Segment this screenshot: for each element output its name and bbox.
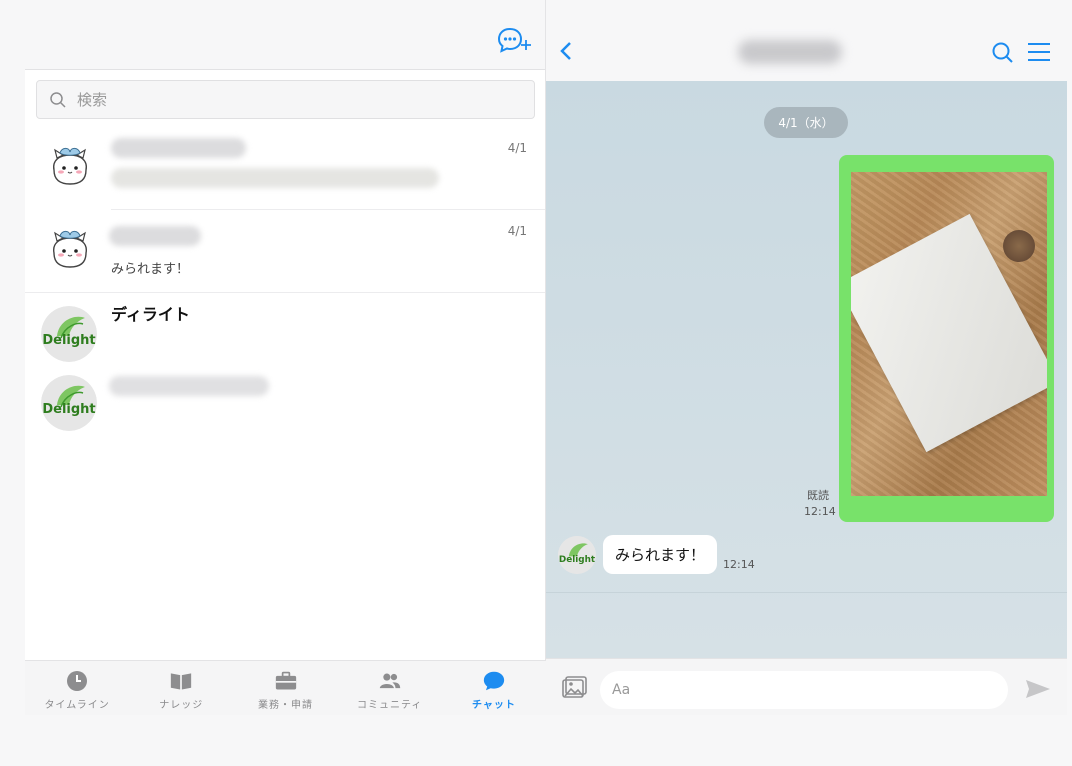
chat-list-item[interactable]: みられます！ 4/1 xyxy=(25,210,545,293)
search-area xyxy=(25,70,545,127)
tab-chat[interactable]: チャット xyxy=(442,661,546,715)
received-timestamp: 12:14 xyxy=(723,558,755,571)
tab-label: コミュニティ xyxy=(357,700,423,711)
sent-image-message[interactable] xyxy=(839,155,1054,522)
chat-date: 4/1 xyxy=(507,141,527,155)
app-window: 4/1 xyxy=(25,0,1067,715)
image-icon xyxy=(562,676,587,698)
send-icon xyxy=(1026,680,1050,698)
avatar: Delight xyxy=(41,375,97,431)
attached-photo[interactable] xyxy=(851,172,1047,496)
chat-list-header xyxy=(25,0,545,70)
chat-detail-pane: 4/1（水） 既読 12:14 Delight みられます！ 12:14 xyxy=(546,0,1067,715)
back-button[interactable] xyxy=(556,40,576,62)
delight-logo-icon: Delight xyxy=(41,306,97,362)
tab-business[interactable]: 業務・申請 xyxy=(233,661,337,715)
send-button[interactable] xyxy=(1025,679,1051,703)
search-box[interactable] xyxy=(36,80,535,119)
chat-list-item[interactable]: 4/1 xyxy=(25,127,545,210)
tab-label: タイムライン xyxy=(44,700,110,711)
tab-label: 業務・申請 xyxy=(258,700,313,711)
chat-preview: みられます！ xyxy=(111,262,190,277)
avatar: Delight xyxy=(41,306,97,362)
chat-list-item[interactable]: Delight ディライト xyxy=(25,293,545,363)
menu-button[interactable] xyxy=(1027,42,1051,66)
read-receipt: 既読 xyxy=(807,489,829,502)
tab-label: チャット xyxy=(471,700,516,711)
cat-avatar-icon xyxy=(42,223,98,279)
clock-icon xyxy=(66,670,88,692)
delight-logo-icon: Delight xyxy=(41,375,97,431)
tab-label: ナレッジ xyxy=(159,700,204,711)
sent-timestamp: 12:14 xyxy=(804,505,836,518)
tab-knowledge[interactable]: ナレッジ xyxy=(129,661,233,715)
avatar xyxy=(42,140,98,196)
divider xyxy=(546,592,1067,593)
search-icon xyxy=(50,91,66,108)
people-icon xyxy=(379,670,401,692)
search-button[interactable] xyxy=(991,41,1015,69)
hamburger-icon xyxy=(1028,43,1050,61)
chat-header xyxy=(546,0,1067,81)
bottom-blank-area xyxy=(0,715,1072,766)
chat-date: 4/1 xyxy=(507,224,527,238)
chat-name-blurred xyxy=(111,138,246,158)
chat-icon xyxy=(483,670,505,692)
date-separator: 4/1（水） xyxy=(764,107,848,138)
plant-pot xyxy=(1003,230,1035,262)
tab-timeline[interactable]: タイムライン xyxy=(25,661,129,715)
logo-text: Delight xyxy=(559,555,596,565)
chat-list: 4/1 みられます！ 4/1 Delight ディライト Delight xyxy=(25,127,545,433)
bottom-tab-bar: タイムライン ナレッジ 業務・申請 コミュニティ チャット xyxy=(25,660,546,715)
logo-text: Delight xyxy=(42,333,95,348)
chat-list-pane: 4/1 xyxy=(25,0,546,715)
new-chat-button[interactable] xyxy=(497,26,535,56)
message-area[interactable]: 4/1（水） 既読 12:14 Delight みられます！ 12:14 xyxy=(546,81,1067,658)
briefcase-icon xyxy=(275,670,297,692)
avatar xyxy=(42,223,98,279)
logo-text: Delight xyxy=(42,402,95,417)
chat-name-blurred xyxy=(109,376,269,396)
delight-logo-icon: Delight xyxy=(558,536,596,574)
attach-image-button[interactable] xyxy=(561,676,587,704)
received-message-bubble[interactable]: みられます！ xyxy=(603,535,718,574)
message-composer xyxy=(546,658,1067,715)
search-icon xyxy=(992,42,1013,63)
search-input[interactable] xyxy=(77,90,477,109)
chat-name-blurred xyxy=(109,226,201,246)
book-icon xyxy=(170,670,192,692)
sender-avatar[interactable]: Delight xyxy=(558,536,596,574)
tab-community[interactable]: コミュニティ xyxy=(338,661,442,715)
new-chat-icon xyxy=(497,27,531,53)
cat-avatar-icon xyxy=(42,140,98,196)
chevron-left-icon xyxy=(560,42,571,60)
chat-title-blurred xyxy=(738,40,842,64)
chat-list-item[interactable]: Delight xyxy=(25,363,545,433)
chat-preview-blurred xyxy=(111,168,439,188)
message-input[interactable] xyxy=(600,671,1008,709)
chat-name: ディライト xyxy=(111,305,190,324)
